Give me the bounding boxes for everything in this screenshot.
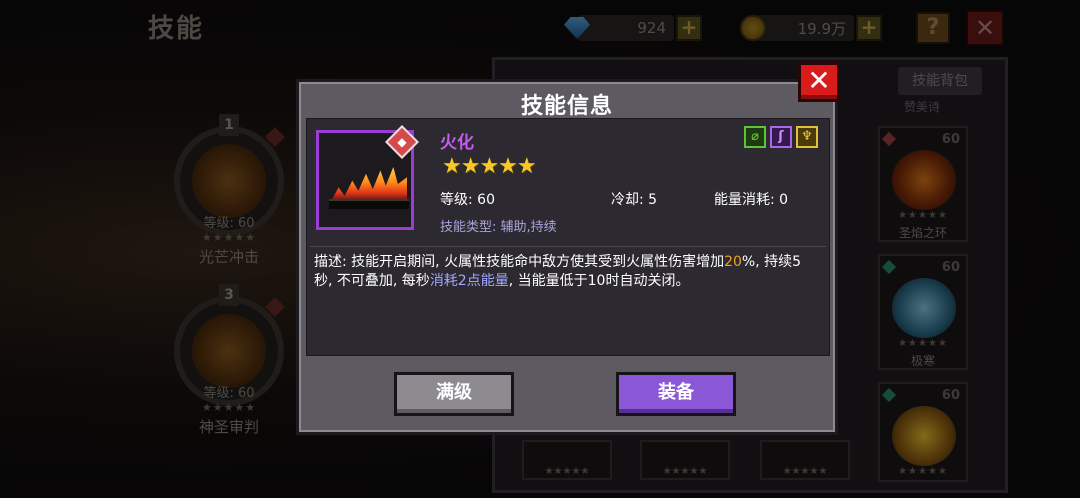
energy-cost-highlight: 消耗2点能量 (429, 273, 509, 289)
skill-stars: ★★★★★ (442, 154, 537, 179)
damage-bonus-value: 20 (724, 254, 742, 270)
divider (310, 246, 826, 247)
purple-tag-icon: ʃ (770, 126, 792, 148)
flame-icon (331, 167, 407, 201)
dialog-close-button[interactable]: ✕ (798, 62, 840, 102)
skill-name: 火化 (440, 133, 474, 153)
skill-description: 描述: 技能开启期间, 火属性技能命中敌方使其受到火属性伤害增加20%, 持续5… (314, 254, 802, 289)
skill-energy-cost: 能量消耗: 0 (714, 192, 789, 208)
skill-type: 技能类型: 辅助,持续 (440, 220, 557, 235)
gold-tag-icon: ♆ (796, 126, 818, 148)
max-level-button[interactable]: 满级 (394, 372, 514, 416)
green-tag-icon: ⌀ (744, 126, 766, 148)
equip-button[interactable]: 装备 (616, 372, 736, 416)
skill-tags: ⌀ ʃ ♆ (744, 126, 818, 148)
dialog-title: 技能信息 (520, 94, 613, 119)
skill-cooldown: 冷却: 5 (611, 192, 658, 208)
flame-base (329, 199, 409, 209)
skill-level: 等级: 60 (440, 192, 495, 208)
